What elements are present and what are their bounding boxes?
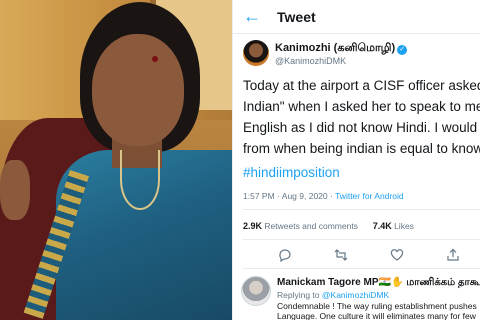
author-name[interactable]: Kanimozhi (கனிமொழி): [275, 42, 395, 54]
divider: [243, 239, 480, 240]
tweet-line: from when being indian is equal to know: [243, 141, 480, 156]
photo-necklace: [120, 150, 160, 210]
replying-prefix: Replying to: [277, 290, 320, 300]
share-icon[interactable]: [445, 248, 461, 264]
verified-badge-icon: ✓: [397, 45, 408, 55]
reply-author-name[interactable]: Manickam Tagore MP🇮🇳✋ மாணிக்கம் தாகூர: [277, 277, 480, 289]
meta-separator: ·: [330, 191, 333, 201]
header-title: Tweet: [277, 9, 316, 25]
back-arrow-icon[interactable]: ←: [243, 6, 261, 26]
meta-separator: ·: [277, 191, 280, 201]
divider: [243, 209, 480, 210]
photo-face: [92, 34, 184, 146]
reply-line: Condemnable ! The way ruling establishme…: [277, 301, 477, 311]
reply-avatar[interactable]: [241, 276, 271, 306]
photo-bindi: [152, 56, 158, 62]
tweet-line: Indian" when I asked her to speak to me: [243, 99, 480, 114]
retweet-icon[interactable]: [333, 248, 349, 264]
tweet-source[interactable]: Twitter for Android: [335, 191, 404, 201]
divider: [243, 268, 480, 269]
retweets-label[interactable]: Retweets and comments: [264, 221, 358, 231]
author-name-row[interactable]: Kanimozhi (கனிமொழி) ✓: [275, 42, 408, 56]
tweet-line: Today at the airport a CISF officer aske…: [243, 78, 480, 93]
author-handle[interactable]: @KanimozhiDMK: [275, 56, 346, 66]
hashtag-link[interactable]: #hindiimposition: [243, 165, 340, 180]
reply-text: Condemnable ! The way ruling establishme…: [277, 301, 480, 320]
tweet-panel: ← Tweet Kanimozhi (கனிமொழி) ✓ @KanimozhiD…: [232, 0, 480, 320]
tweet-meta: 1:57 PM · Aug 9, 2020 · Twitter for Andr…: [243, 191, 404, 201]
tweet-time: 1:57 PM: [243, 191, 275, 201]
tweet-actions: [233, 246, 480, 268]
replying-to: Replying to @KanimozhiDMK: [277, 290, 389, 300]
tweet-header: ← Tweet: [233, 0, 480, 34]
reply-line: Language. One culture it will eliminates…: [277, 311, 476, 320]
author-avatar[interactable]: [243, 40, 269, 66]
tweet-stats: 2.9K Retweets and comments 7.4K Likes: [243, 221, 414, 231]
like-icon[interactable]: [389, 248, 405, 264]
retweets-count[interactable]: 2.9K: [243, 221, 262, 231]
replying-handle[interactable]: @KanimozhiDMK: [322, 290, 389, 300]
likes-count[interactable]: 7.4K: [373, 221, 392, 231]
reply-icon[interactable]: [277, 248, 293, 264]
photo-hand: [0, 160, 30, 220]
likes-label[interactable]: Likes: [394, 221, 414, 231]
tweet-text: Today at the airport a CISF officer aske…: [243, 75, 480, 159]
tweet-date: Aug 9, 2020: [281, 191, 328, 201]
news-photo: [0, 0, 232, 320]
tweet-line: English as I did not know Hindi. I would: [243, 120, 478, 135]
